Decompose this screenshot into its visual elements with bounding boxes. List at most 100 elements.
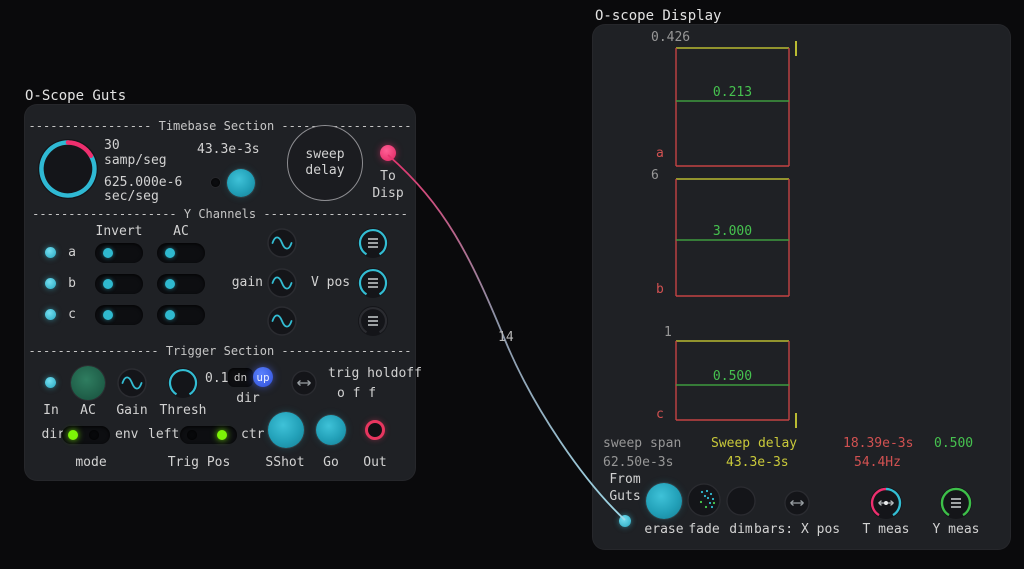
- trigger-dir-label: dir: [236, 391, 260, 406]
- trace-a-scale-value: 0.426: [651, 30, 691, 45]
- out-label: Out: [363, 455, 387, 470]
- y-channels-header: -------------------- Y Channels --------…: [32, 207, 408, 221]
- from-guts-port[interactable]: [619, 515, 631, 527]
- vpos-knob-icon: [358, 306, 388, 336]
- invert-column-label: Invert: [95, 224, 143, 239]
- ymeas-knob[interactable]: [939, 486, 973, 520]
- vpos-label: V pos: [311, 275, 351, 290]
- trig-holdoff-knob[interactable]: [291, 370, 317, 396]
- to-disp-port[interactable]: [380, 145, 396, 161]
- vpos-knob-icon: [358, 268, 388, 298]
- tmeas-knob[interactable]: [869, 486, 903, 520]
- toggle-dot: [165, 310, 175, 320]
- sweep-span-value: 62.50e-3s: [603, 455, 674, 470]
- gain-knob-c[interactable]: [267, 306, 297, 336]
- ymeas-knob-icon: [940, 487, 972, 519]
- trigger-ac-label: AC: [80, 403, 96, 418]
- dim-knob-icon: [726, 486, 756, 516]
- trigger-ac-knob[interactable]: [71, 366, 105, 400]
- tmeas-label: T meas: [862, 522, 910, 537]
- tmeas-knob-icon: [870, 487, 902, 519]
- channel-b-port[interactable]: [45, 278, 56, 289]
- oscope-display-module[interactable]: 0.426 0.213 a 6 3.000 b 1 0.500 c sweep …: [593, 25, 1010, 549]
- thresh-label: Thresh: [159, 403, 207, 418]
- channel-a-label: a: [68, 245, 76, 260]
- trace-c-frame: [675, 340, 797, 428]
- channel-a-invert-toggle[interactable]: [95, 243, 143, 263]
- channel-b-invert-toggle[interactable]: [95, 274, 143, 294]
- vpos-knob-a[interactable]: [357, 227, 389, 259]
- sweep-delay-knob-label: sweep delay: [305, 147, 345, 178]
- to-disp-label: To Disp: [372, 169, 404, 201]
- trigpos-label: Trig Pos: [167, 455, 231, 470]
- go-button[interactable]: [316, 415, 346, 445]
- mode-env-label: env: [115, 427, 139, 442]
- trace-b-name: b: [656, 282, 664, 297]
- channel-b-ac-toggle[interactable]: [157, 274, 205, 294]
- samp-per-seg-unit: samp/seg: [104, 153, 167, 168]
- sine-wave-icon: [117, 368, 147, 398]
- trace-c-measure-value: 0.500: [712, 369, 753, 384]
- toggle-dot: [103, 279, 113, 289]
- timebase-knob-ring-icon: [38, 139, 98, 199]
- channel-c-label: c: [68, 307, 76, 322]
- gain-label: gain: [231, 275, 263, 290]
- sweep-delay-trim-knob[interactable]: [227, 169, 255, 197]
- trigger-out-port[interactable]: [365, 420, 385, 440]
- fade-knob[interactable]: [687, 483, 721, 517]
- trigger-dir-up-button[interactable]: up: [253, 367, 273, 387]
- channel-c-port[interactable]: [45, 309, 56, 320]
- sec-per-seg-unit: sec/seg: [104, 189, 159, 204]
- erase-button[interactable]: [646, 483, 682, 519]
- vpos-knob-b[interactable]: [357, 267, 389, 299]
- trace-a-measure-value: 0.213: [712, 85, 753, 100]
- sweep-delay-big-knob[interactable]: sweep delay: [287, 125, 363, 201]
- dim-knob[interactable]: [726, 486, 756, 516]
- timebase-knob[interactable]: [37, 138, 99, 200]
- freq-readout-value: 54.4Hz: [854, 455, 901, 470]
- from-guts-label: From Guts: [609, 472, 641, 504]
- trigpos-ctr-label: ctr: [241, 427, 265, 442]
- bars-xpos-label: bars: X pos: [754, 522, 841, 537]
- dim-label: dim: [729, 522, 753, 537]
- gain-knob-a[interactable]: [267, 228, 297, 258]
- vpos-knob-c[interactable]: [357, 305, 389, 337]
- guts-module-title: O-Scope Guts: [25, 88, 127, 104]
- trace-b-scale-value: 6: [651, 168, 659, 183]
- toggle-dot-off: [187, 430, 197, 440]
- trigger-section-header: ------------------ Trigger Section -----…: [28, 344, 412, 358]
- toggle-dot: [103, 310, 113, 320]
- sweep-delay-value: 43.3e-3s: [197, 142, 260, 157]
- trigger-in-port[interactable]: [45, 377, 56, 388]
- toggle-dot-on: [217, 430, 227, 440]
- sweep-span-label: sweep span: [603, 436, 682, 451]
- channel-c-ac-toggle[interactable]: [157, 305, 205, 325]
- fade-label: fade: [688, 522, 720, 537]
- trigpos-toggle[interactable]: [180, 426, 237, 444]
- patcher-canvas: O-Scope Guts O-scope Display -----------…: [0, 0, 1024, 569]
- trigger-thresh-knob[interactable]: [167, 367, 199, 399]
- trigger-in-label: In: [43, 403, 59, 418]
- toggle-dot: [103, 248, 113, 258]
- oscope-guts-module[interactable]: ----------------- Timebase Section -----…: [25, 105, 422, 480]
- ymeas-label: Y meas: [932, 522, 980, 537]
- toggle-dot-on: [68, 430, 78, 440]
- gain-knob-b[interactable]: [267, 268, 297, 298]
- trigger-dir-dn-button[interactable]: dn: [228, 368, 253, 387]
- sshot-button[interactable]: [268, 412, 304, 448]
- ac-column-label: AC: [173, 224, 189, 239]
- sweep-delay-mod-dot[interactable]: [211, 178, 220, 187]
- fade-dots-icon: [687, 483, 721, 517]
- trigger-gain-label: Gain: [116, 403, 148, 418]
- trace-a-name: a: [656, 146, 664, 161]
- channel-a-ac-toggle[interactable]: [157, 243, 205, 263]
- mode-toggle[interactable]: [62, 426, 110, 444]
- tmeas-readout-value: 18.39e-3s: [843, 436, 914, 451]
- vpos-knob-icon: [358, 228, 388, 258]
- trigger-gain-knob[interactable]: [117, 368, 147, 398]
- sweep-delay-readout-value: 43.3e-3s: [726, 455, 789, 470]
- sweep-delay-readout-label: Sweep delay: [711, 436, 798, 451]
- bars-xpos-knob[interactable]: [784, 490, 810, 516]
- channel-c-invert-toggle[interactable]: [95, 305, 143, 325]
- channel-a-port[interactable]: [45, 247, 56, 258]
